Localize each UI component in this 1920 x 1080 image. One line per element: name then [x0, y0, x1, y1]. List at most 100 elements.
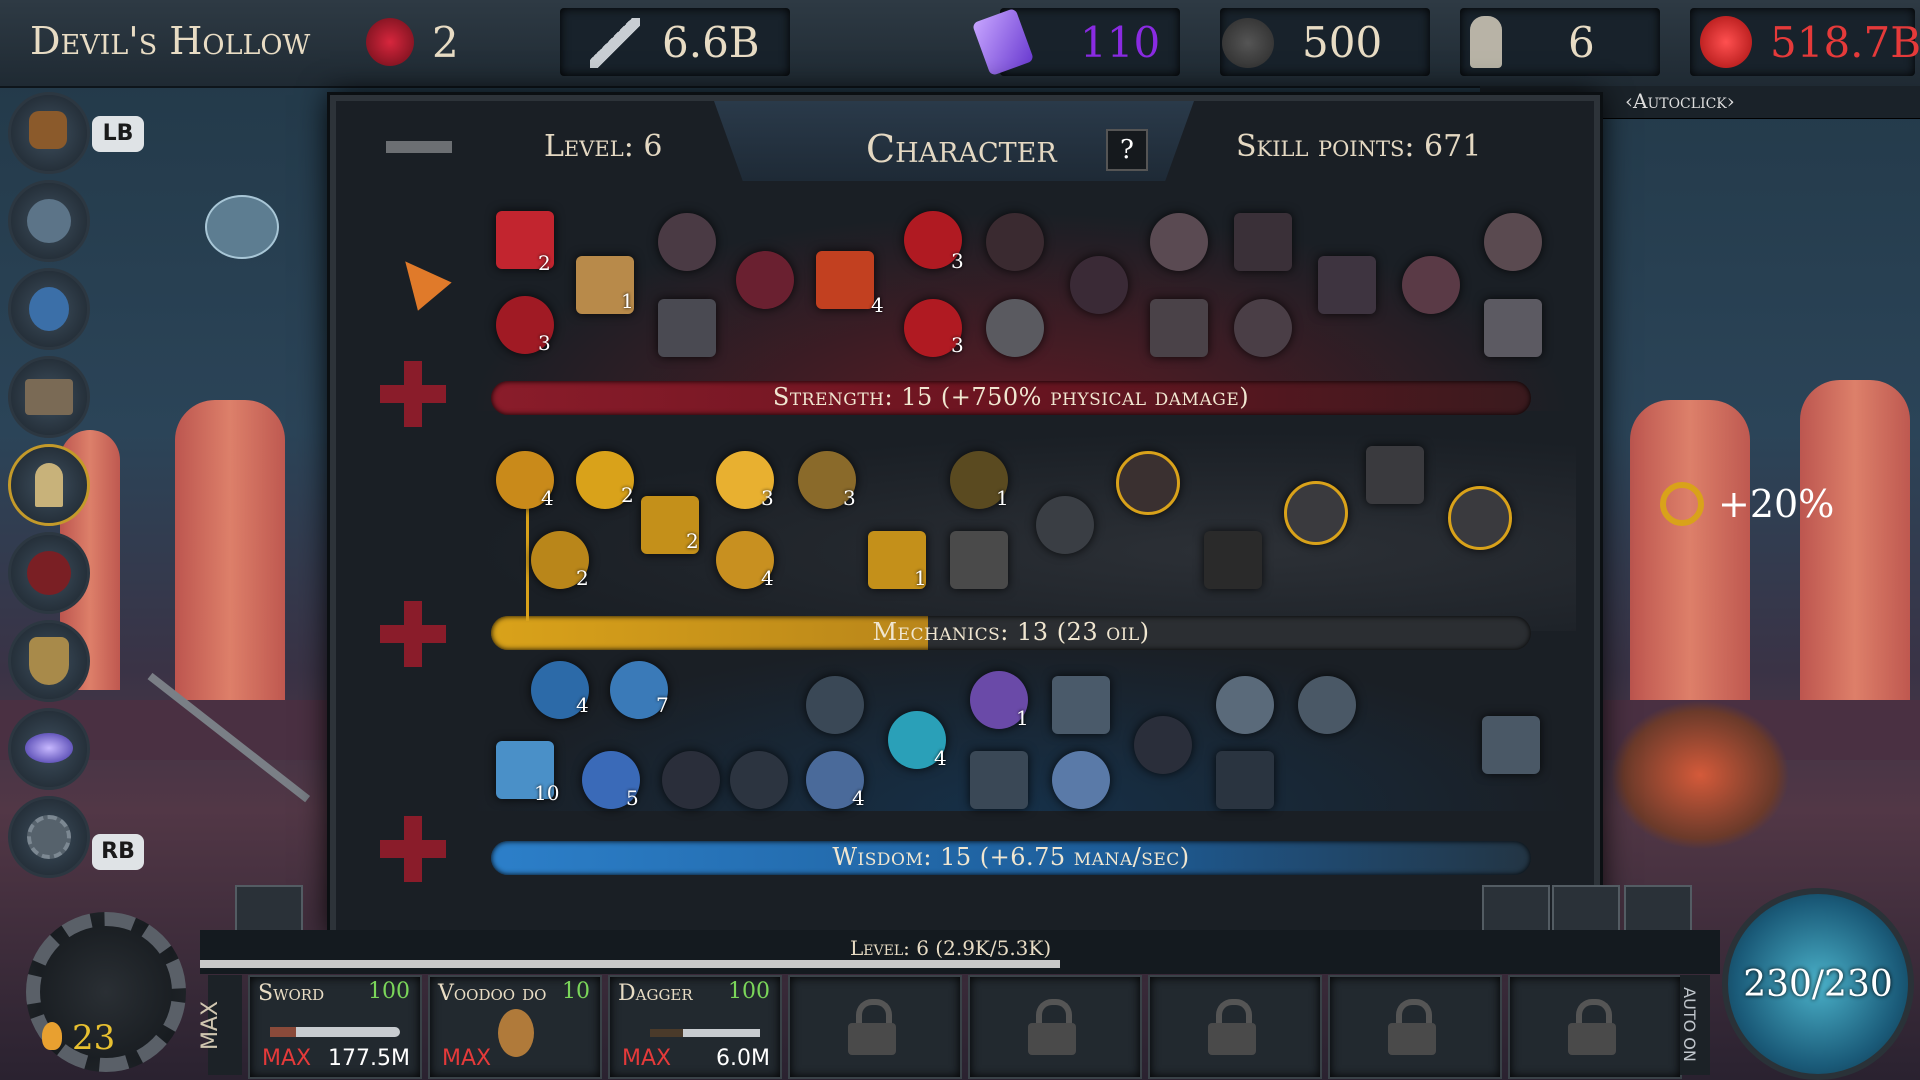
skill-node[interactable]	[1234, 299, 1292, 357]
shield-button[interactable]	[8, 620, 90, 702]
locked-slot[interactable]	[788, 975, 962, 1079]
enemy-creature[interactable]	[1610, 700, 1790, 850]
skill-node[interactable]	[1052, 751, 1110, 809]
gem-icon	[366, 18, 414, 66]
locked-slot[interactable]	[1508, 975, 1682, 1079]
skill-node[interactable]	[1052, 676, 1110, 734]
locked-slot[interactable]	[1148, 975, 1322, 1079]
skill-rank: 1	[996, 486, 1009, 510]
mechanics-label: Mechanics: 13 (23 oil)	[872, 618, 1150, 646]
skill-node[interactable]	[806, 676, 864, 734]
help-button[interactable]: ?	[1106, 129, 1148, 171]
skill-node[interactable]	[1448, 486, 1512, 550]
skill-rank: 4	[761, 566, 774, 590]
skill-node[interactable]	[1150, 299, 1208, 357]
strength-label: Strength: 15 (+750% physical damage)	[772, 383, 1250, 411]
souls-count: 6	[1568, 18, 1595, 67]
gargoyle-button[interactable]	[8, 180, 90, 262]
skill-node[interactable]	[662, 751, 720, 809]
skill-rank: 4	[852, 786, 865, 810]
weapon-level: 100	[728, 979, 770, 1004]
weapon-slot-voodoo[interactable]: Voodoo do 10 MAX	[428, 975, 602, 1079]
locked-slot[interactable]	[968, 975, 1142, 1079]
fire-gear-widget[interactable]: 23	[0, 900, 200, 1080]
level-progress: Level: 6 (2.9K/5.3K)	[850, 936, 1052, 960]
skill-node[interactable]	[1134, 716, 1192, 774]
skill-node[interactable]	[658, 213, 716, 271]
grail-button[interactable]	[8, 444, 90, 526]
strength-bar: Strength: 15 (+750% physical damage)	[491, 381, 1531, 415]
panel-title: Character	[866, 127, 1057, 171]
skill-node[interactable]	[1116, 451, 1180, 515]
skill-rank: 2	[538, 251, 551, 275]
dagger-icon	[650, 1029, 760, 1037]
skill-node[interactable]	[950, 531, 1008, 589]
skill-rank: 1	[914, 566, 927, 590]
skill-node[interactable]	[1284, 481, 1348, 545]
mana-orb: 230/230	[1722, 888, 1914, 1080]
flying-creature[interactable]	[205, 195, 279, 259]
skill-node[interactable]	[816, 251, 874, 309]
top-resource-bar: Devil's Hollow 2 6.6B 110 500 6 518.7B	[0, 0, 1920, 88]
lock-icon	[1568, 999, 1616, 1055]
skill-node[interactable]	[1204, 531, 1262, 589]
close-panel-button[interactable]	[386, 141, 452, 153]
skill-node[interactable]	[1234, 213, 1292, 271]
galaxy-button[interactable]	[8, 708, 90, 790]
skill-node[interactable]	[1150, 213, 1208, 271]
skill-node[interactable]	[986, 213, 1044, 271]
squid-button[interactable]	[8, 268, 90, 350]
skill-node[interactable]	[986, 299, 1044, 357]
skill-node[interactable]	[1070, 256, 1128, 314]
squid-icon	[29, 287, 69, 331]
ore-count: 500	[1302, 18, 1383, 67]
add-mechanics-button[interactable]	[380, 601, 446, 667]
gear-button[interactable]	[8, 796, 90, 878]
ore-icon	[1222, 18, 1274, 68]
skill-node[interactable]	[1402, 256, 1460, 314]
sword-icon	[270, 1027, 400, 1037]
skill-node[interactable]	[1484, 299, 1542, 357]
skill-node[interactable]	[1366, 446, 1424, 504]
skill-node[interactable]	[1298, 676, 1356, 734]
skill-node[interactable]	[1482, 716, 1540, 774]
skill-rank: 1	[621, 289, 634, 313]
skill-rank: 3	[843, 486, 856, 510]
panel-level: Level: 6	[544, 129, 663, 164]
location-name: Devil's Hollow	[30, 19, 311, 63]
galaxy-icon	[25, 733, 73, 763]
add-strength-button[interactable]	[380, 361, 446, 427]
skill-rank: 4	[871, 293, 884, 317]
skill-node[interactable]	[736, 251, 794, 309]
skill-rank: 5	[626, 786, 639, 810]
background-tree	[1800, 380, 1910, 710]
chest-icon	[25, 379, 73, 415]
skill-node[interactable]	[1216, 676, 1274, 734]
add-wisdom-button[interactable]	[380, 816, 446, 882]
skill-node[interactable]	[1216, 751, 1274, 809]
skill-rank: 3	[951, 333, 964, 357]
max-toggle[interactable]: MAX	[198, 975, 242, 1075]
clock-button[interactable]	[8, 532, 90, 614]
shield-icon	[29, 637, 69, 685]
gargoyle-icon	[27, 199, 71, 243]
chest-button[interactable]	[8, 356, 90, 438]
inventory-button[interactable]	[8, 92, 90, 174]
cursor-icon	[388, 247, 452, 311]
skill-rank: 3	[951, 249, 964, 273]
auto-toggle[interactable]: AUTO ON	[1680, 975, 1710, 1075]
mechanics-bar: Mechanics: 13 (23 oil)	[491, 616, 1531, 650]
skill-node[interactable]	[970, 751, 1028, 809]
skill-node[interactable]	[1036, 496, 1094, 554]
weapon-slot-dagger[interactable]: Dagger 100 MAX 6.0M	[608, 975, 782, 1079]
skill-node[interactable]	[730, 751, 788, 809]
skill-node[interactable]	[1318, 256, 1376, 314]
autoclick-label: ‹Autoclick›	[1625, 89, 1735, 113]
gold-coin-icon	[1700, 16, 1752, 68]
skill-node[interactable]	[658, 299, 716, 357]
skill-node[interactable]	[1484, 213, 1542, 271]
fire-count: 23	[72, 1018, 116, 1058]
locked-slot[interactable]	[1328, 975, 1502, 1079]
weapon-slot-sword[interactable]: Sword 100 MAX 177.5M	[248, 975, 422, 1079]
clock-icon	[27, 551, 71, 595]
